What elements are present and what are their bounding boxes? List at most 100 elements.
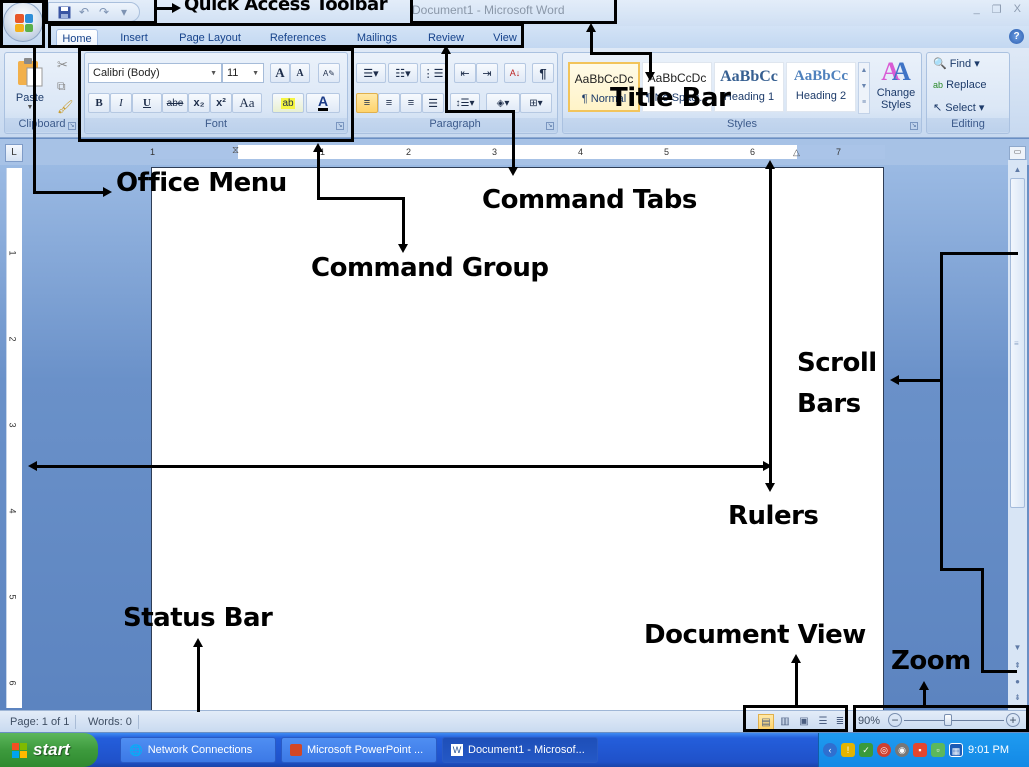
taskbar-item-network-connections[interactable]: 🌐 Network Connections <box>120 737 276 763</box>
grip-icon: ≡ <box>1014 339 1019 348</box>
view-ruler-button[interactable]: ▭ <box>1009 146 1026 160</box>
indent-marker-icon[interactable]: ⧖ <box>232 145 239 156</box>
ruler-number: 6 <box>750 147 756 157</box>
document-view-highlight <box>743 705 848 732</box>
arrow-icon <box>765 483 775 492</box>
replace-icon: ab <box>933 80 944 90</box>
quick-access-highlight <box>45 0 157 24</box>
paste-button[interactable]: Paste ▼ <box>13 57 47 113</box>
page-count[interactable]: Page: 1 of 1 <box>4 715 77 729</box>
restore-button[interactable]: ❐ <box>992 3 1002 16</box>
decrease-indent-button[interactable]: ⇤ <box>454 63 476 83</box>
sort-button[interactable]: A↓ <box>504 63 526 83</box>
justify-button[interactable]: ☰ <box>422 93 444 113</box>
arrow-icon <box>645 72 655 81</box>
taskbar: start 🌐 Network Connections Microsoft Pow… <box>0 733 1029 767</box>
tab-selector-button[interactable]: L <box>5 144 23 162</box>
close-button[interactable]: X <box>1014 3 1021 16</box>
copy-button[interactable]: ⧉ <box>57 79 66 94</box>
replace-button[interactable]: ab Replace <box>933 79 986 91</box>
taskbar-item-powerpoint[interactable]: Microsoft PowerPoint ... <box>281 737 437 763</box>
arrow-icon <box>172 3 181 13</box>
vertical-scrollbar[interactable]: ▲ ≡ ▼ ⇞ ● ⇟ <box>1008 160 1027 710</box>
word-window: ↶ ↷ ▾ Document1 - Microsoft Word _ ❐ X H… <box>0 0 1029 767</box>
editing-label: Editing <box>927 118 1009 132</box>
align-right-button[interactable]: ≡ <box>400 93 422 113</box>
right-indent-marker-icon[interactable]: △ <box>793 147 800 158</box>
change-styles-button[interactable]: AA Change Styles <box>874 57 918 111</box>
browse-object-icon[interactable]: ● <box>1010 676 1025 688</box>
styles-gallery-scroll[interactable]: ▲ ▼ ≡ <box>858 62 870 114</box>
arrow-icon <box>791 654 801 663</box>
binoculars-icon: 🔍 <box>933 58 947 70</box>
callout-line <box>981 568 984 672</box>
word-count[interactable]: Words: 0 <box>82 715 139 729</box>
media-icon[interactable]: ◉ <box>895 743 909 757</box>
editing-group: 🔍 Find ▾ ab Replace ↖ Select ▾ Editing <box>926 52 1010 134</box>
callout-line <box>923 688 926 706</box>
paint-bucket-icon: ◈▾ <box>496 97 510 109</box>
callout-line <box>157 7 173 10</box>
align-left-button[interactable]: ≡ <box>356 93 378 113</box>
numbering-button[interactable]: ☷▾ <box>388 63 418 83</box>
replace-label: Replace <box>946 79 987 91</box>
ruler-number: 3 <box>7 422 18 428</box>
task-label: Document1 - Microsof... <box>468 744 585 756</box>
style-name: Heading 2 <box>795 90 847 102</box>
network-icon: 🌐 <box>129 744 143 757</box>
vertical-ruler[interactable]: 1 2 3 4 5 6 <box>6 168 22 708</box>
network-status-icon[interactable]: ✓ <box>859 743 873 757</box>
styles-launcher-icon[interactable]: ↘ <box>910 122 918 130</box>
callout-line <box>898 379 942 382</box>
borders-button[interactable]: ⊞▾ <box>520 93 552 113</box>
find-button[interactable]: 🔍 Find ▾ <box>933 57 980 70</box>
align-center-button[interactable]: ≡ <box>378 93 400 113</box>
show-hidden-icons-button[interactable]: ‹ <box>823 743 837 757</box>
multilevel-list-button[interactable]: ⋮☰ <box>420 63 446 83</box>
label-zoom: Zoom <box>891 646 971 676</box>
arrow-icon <box>441 45 451 54</box>
next-page-icon[interactable]: ⇟ <box>1010 692 1025 704</box>
label-document-view: Document View <box>644 620 866 650</box>
paste-dropdown-icon: ▼ <box>26 104 34 111</box>
scroll-thumb[interactable]: ≡ <box>1010 178 1025 508</box>
ruler-number: 6 <box>7 680 18 686</box>
arrow-icon <box>193 638 203 647</box>
minimize-button[interactable]: _ <box>974 3 980 16</box>
clipboard-group: Paste ▼ ✂ ⧉ 🖌 Clipboard ↘ <box>4 52 80 134</box>
bullets-button[interactable]: ☰▾ <box>356 63 386 83</box>
clipboard-launcher-icon[interactable]: ↘ <box>68 122 76 130</box>
cut-button[interactable]: ✂ <box>57 57 68 73</box>
style-heading-2[interactable]: AaBbCc Heading 2 <box>786 62 856 112</box>
callout-line <box>33 191 103 194</box>
scroll-up-arrow-icon[interactable]: ▲ <box>1010 164 1025 176</box>
align-right-icon: ≡ <box>407 97 415 109</box>
help-button[interactable]: ? <box>1009 29 1024 44</box>
scroll-down-arrow-icon[interactable]: ▼ <box>1010 642 1025 654</box>
callout-line <box>445 52 448 112</box>
select-button[interactable]: ↖ Select ▾ <box>933 101 984 114</box>
callout-line <box>769 168 772 484</box>
security-shield-icon[interactable]: ! <box>841 743 855 757</box>
show-hide-button[interactable]: ¶ <box>532 63 554 83</box>
multilevel-list-icon: ⋮☰ <box>422 67 444 80</box>
increase-indent-button[interactable]: ⇥ <box>476 63 498 83</box>
start-button[interactable]: start <box>0 733 98 767</box>
callout-line <box>317 197 405 200</box>
updates-icon[interactable]: ▫ <box>931 743 945 757</box>
horizontal-ruler[interactable]: 1 1 2 3 4 5 6 7 ⧖ △ <box>150 145 885 159</box>
style-sample: AaBbCc <box>793 68 849 84</box>
antivirus-icon[interactable]: ◎ <box>877 743 891 757</box>
display-icon[interactable]: ▦ <box>949 743 963 757</box>
ruler-number: 2 <box>7 336 18 342</box>
label-rulers: Rulers <box>728 501 819 531</box>
label-status-bar: Status Bar <box>123 603 273 633</box>
powerpoint-icon <box>290 744 302 756</box>
windows-flag-icon[interactable]: ▪ <box>913 743 927 757</box>
paste-label: Paste <box>15 92 45 104</box>
paragraph-launcher-icon[interactable]: ↘ <box>546 122 554 130</box>
copy-icon: ⧉ <box>57 79 66 93</box>
format-painter-button[interactable]: 🖌 <box>57 99 74 115</box>
taskbar-item-word[interactable]: W Document1 - Microsof... <box>442 737 598 763</box>
paragraph-group: ☰▾ ☷▾ ⋮☰ ⇤ ⇥ A↓ ¶ ≡ ≡ ≡ ☰ ↕☰▾ ◈▾ ⊞▾ Para… <box>352 52 558 134</box>
